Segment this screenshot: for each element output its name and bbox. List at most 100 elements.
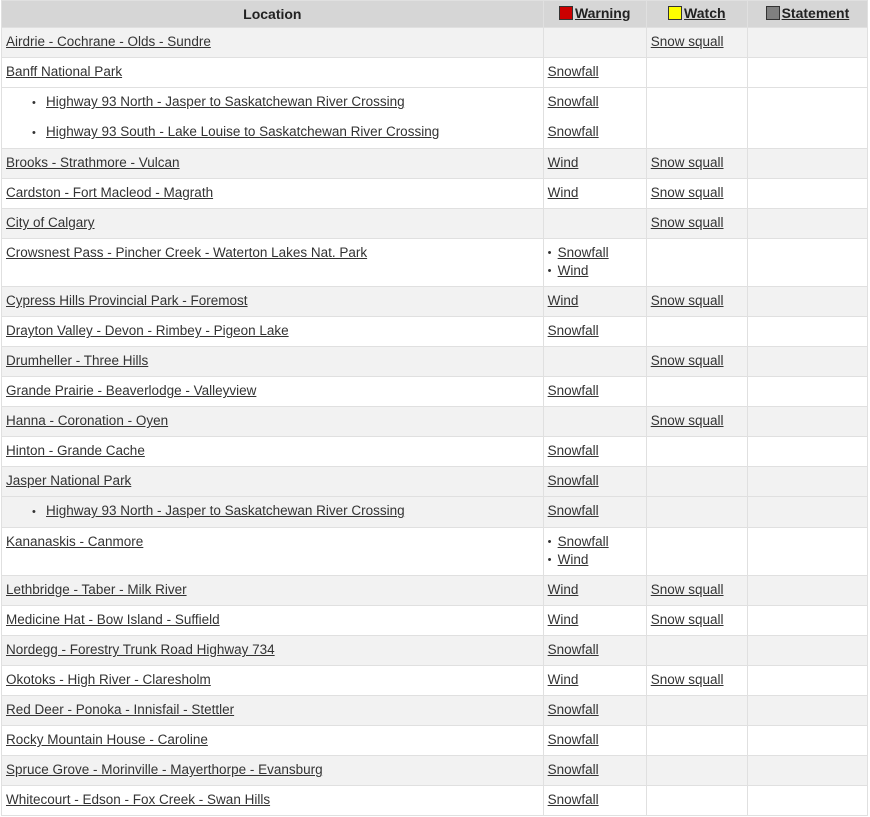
location-link[interactable]: Airdrie - Cochrane - Olds - Sundre bbox=[6, 34, 211, 49]
warning-alert-link[interactable]: Wind bbox=[548, 293, 579, 308]
table-row: Jasper National Park Snowfall bbox=[1, 466, 869, 497]
location-link[interactable]: Brooks - Strathmore - Vulcan bbox=[6, 155, 180, 170]
warning-alert-link[interactable]: Snowfall bbox=[548, 124, 599, 139]
table-row: Hanna - Coronation - Oyen Snow squall bbox=[1, 406, 869, 437]
watch-alert-link[interactable]: Snow squall bbox=[651, 672, 724, 687]
location-link[interactable]: City of Calgary bbox=[6, 215, 95, 230]
warning-cell: Snowfall bbox=[542, 695, 647, 726]
watch-cell: Snow squall bbox=[645, 27, 748, 58]
table-row: City of Calgary Snow squall bbox=[1, 208, 869, 239]
warning-header-link[interactable]: Warning bbox=[575, 5, 630, 21]
watch-alert-link[interactable]: Snow squall bbox=[651, 215, 724, 230]
location-cell: Jasper National Park bbox=[1, 466, 544, 497]
warning-alert-link[interactable]: Snowfall bbox=[548, 702, 599, 717]
watch-alert-link[interactable]: Snow squall bbox=[651, 34, 724, 49]
warning-alert-link[interactable]: Wind bbox=[558, 263, 589, 278]
watch-color-swatch bbox=[668, 6, 683, 20]
warning-alert-link[interactable]: Wind bbox=[548, 185, 579, 200]
table-row: Airdrie - Cochrane - Olds - Sundre Snow s… bbox=[1, 27, 869, 58]
warning-alert-link[interactable]: Wind bbox=[548, 612, 579, 627]
watch-alert-link[interactable]: Snow squall bbox=[651, 293, 724, 308]
watch-cell bbox=[645, 57, 748, 88]
statement-cell bbox=[746, 316, 869, 347]
location-link[interactable]: Medicine Hat - Bow Island - Suffield bbox=[6, 612, 220, 627]
location-link[interactable]: Kananaskis - Canmore bbox=[6, 534, 143, 549]
warning-alert-list: Snowfall Wind bbox=[548, 533, 642, 569]
statement-cell bbox=[746, 178, 869, 209]
location-link[interactable]: Hinton - Grande Cache bbox=[6, 443, 145, 458]
location-cell: Hinton - Grande Cache bbox=[1, 436, 544, 467]
watch-alert-link[interactable]: Snow squall bbox=[651, 155, 724, 170]
warning-alert-link[interactable]: Snowfall bbox=[548, 503, 599, 518]
location-link[interactable]: Spruce Grove - Morinville - Mayerthorpe … bbox=[6, 762, 323, 777]
warning-alert-link[interactable]: Snowfall bbox=[548, 323, 599, 338]
warning-alert-link[interactable]: Wind bbox=[548, 672, 579, 687]
warning-alert-link[interactable]: Snowfall bbox=[548, 473, 599, 488]
location-link[interactable]: Crowsnest Pass - Pincher Creek - Waterto… bbox=[6, 245, 367, 260]
location-link[interactable]: Red Deer - Ponoka - Innisfail - Stettler bbox=[6, 702, 234, 717]
warning-alert-link[interactable]: Snowfall bbox=[558, 245, 609, 260]
watch-alert-link[interactable]: Snow squall bbox=[651, 353, 724, 368]
location-cell: • Highway 93 North - Jasper to Saskatchew… bbox=[1, 496, 544, 528]
warning-alert-link[interactable]: Snowfall bbox=[558, 534, 609, 549]
list-item: Snowfall bbox=[548, 244, 642, 262]
watch-cell bbox=[645, 496, 748, 528]
location-link[interactable]: Highway 93 South - Lake Louise to Saskat… bbox=[46, 124, 439, 139]
statement-header-link[interactable]: Statement bbox=[782, 5, 850, 21]
location-link[interactable]: Hanna - Coronation - Oyen bbox=[6, 413, 168, 428]
location-link[interactable]: Jasper National Park bbox=[6, 473, 131, 488]
warning-alert-link[interactable]: Snowfall bbox=[548, 443, 599, 458]
warning-cell bbox=[542, 27, 647, 58]
location-link[interactable]: Drayton Valley - Devon - Rimbey - Pigeon… bbox=[6, 323, 289, 338]
table-row: Cardston - Fort Macleod - Magrath Wind Sno… bbox=[1, 178, 869, 209]
statement-cell bbox=[746, 785, 869, 816]
statement-cell bbox=[746, 208, 869, 239]
table-row: Grande Prairie - Beaverlodge - Valleyvie… bbox=[1, 376, 869, 407]
location-cell: Kananaskis - Canmore bbox=[1, 527, 544, 576]
warning-cell: Wind bbox=[542, 665, 647, 696]
location-link[interactable]: Okotoks - High River - Claresholm bbox=[6, 672, 211, 687]
warning-alert-link[interactable]: Snowfall bbox=[548, 64, 599, 79]
warning-alert-link[interactable]: Wind bbox=[548, 155, 579, 170]
warning-cell: Snowfall Wind bbox=[542, 238, 647, 287]
warning-alert-link[interactable]: Snowfall bbox=[548, 383, 599, 398]
location-link[interactable]: Banff National Park bbox=[6, 64, 122, 79]
warning-alert-link[interactable]: Snowfall bbox=[548, 762, 599, 777]
location-link[interactable]: Cypress Hills Provincial Park - Foremost bbox=[6, 293, 248, 308]
watch-alert-link[interactable]: Snow squall bbox=[651, 612, 724, 627]
location-cell: Okotoks - High River - Claresholm bbox=[1, 665, 544, 696]
location-link[interactable]: Highway 93 North - Jasper to Saskatchewa… bbox=[46, 503, 405, 518]
watch-alert-link[interactable]: Snow squall bbox=[651, 413, 724, 428]
warning-cell: Snowfall bbox=[542, 755, 647, 786]
statement-cell bbox=[746, 57, 869, 88]
watch-cell: Snow squall bbox=[645, 406, 748, 437]
watch-alert-link[interactable]: Snow squall bbox=[651, 582, 724, 597]
location-link[interactable]: Grande Prairie - Beaverlodge - Valleyvie… bbox=[6, 383, 256, 398]
location-cell: Airdrie - Cochrane - Olds - Sundre bbox=[1, 27, 544, 58]
location-link[interactable]: Rocky Mountain House - Caroline bbox=[6, 732, 208, 747]
location-link[interactable]: Drumheller - Three Hills bbox=[6, 353, 148, 368]
location-link[interactable]: Lethbridge - Taber - Milk River bbox=[6, 582, 187, 597]
location-link[interactable]: Nordegg - Forestry Trunk Road Highway 73… bbox=[6, 642, 275, 657]
warning-alert-link[interactable]: Wind bbox=[548, 582, 579, 597]
location-cell: Lethbridge - Taber - Milk River bbox=[1, 575, 544, 606]
warning-alert-link[interactable]: Wind bbox=[558, 552, 589, 567]
location-link[interactable]: Whitecourt - Edson - Fox Creek - Swan Hi… bbox=[6, 792, 270, 807]
location-cell: Banff National Park bbox=[1, 57, 544, 88]
location-link[interactable]: Highway 93 North - Jasper to Saskatchewa… bbox=[46, 94, 405, 109]
warning-alert-link[interactable]: Snowfall bbox=[548, 94, 599, 109]
watch-alert-link[interactable]: Snow squall bbox=[651, 185, 724, 200]
watch-cell bbox=[645, 695, 748, 726]
warning-cell bbox=[542, 406, 647, 437]
statement-cell bbox=[746, 238, 869, 287]
warning-alert-link[interactable]: Snowfall bbox=[548, 732, 599, 747]
bullet-icon: • bbox=[32, 127, 36, 139]
warning-cell bbox=[542, 208, 647, 239]
watch-header-link[interactable]: Watch bbox=[684, 5, 725, 21]
warning-cell bbox=[542, 346, 647, 377]
warning-alert-link[interactable]: Snowfall bbox=[548, 642, 599, 657]
warning-alert-link[interactable]: Snowfall bbox=[548, 792, 599, 807]
warning-cell: Snowfall bbox=[542, 785, 647, 816]
location-cell: Hanna - Coronation - Oyen bbox=[1, 406, 544, 437]
location-link[interactable]: Cardston - Fort Macleod - Magrath bbox=[6, 185, 213, 200]
